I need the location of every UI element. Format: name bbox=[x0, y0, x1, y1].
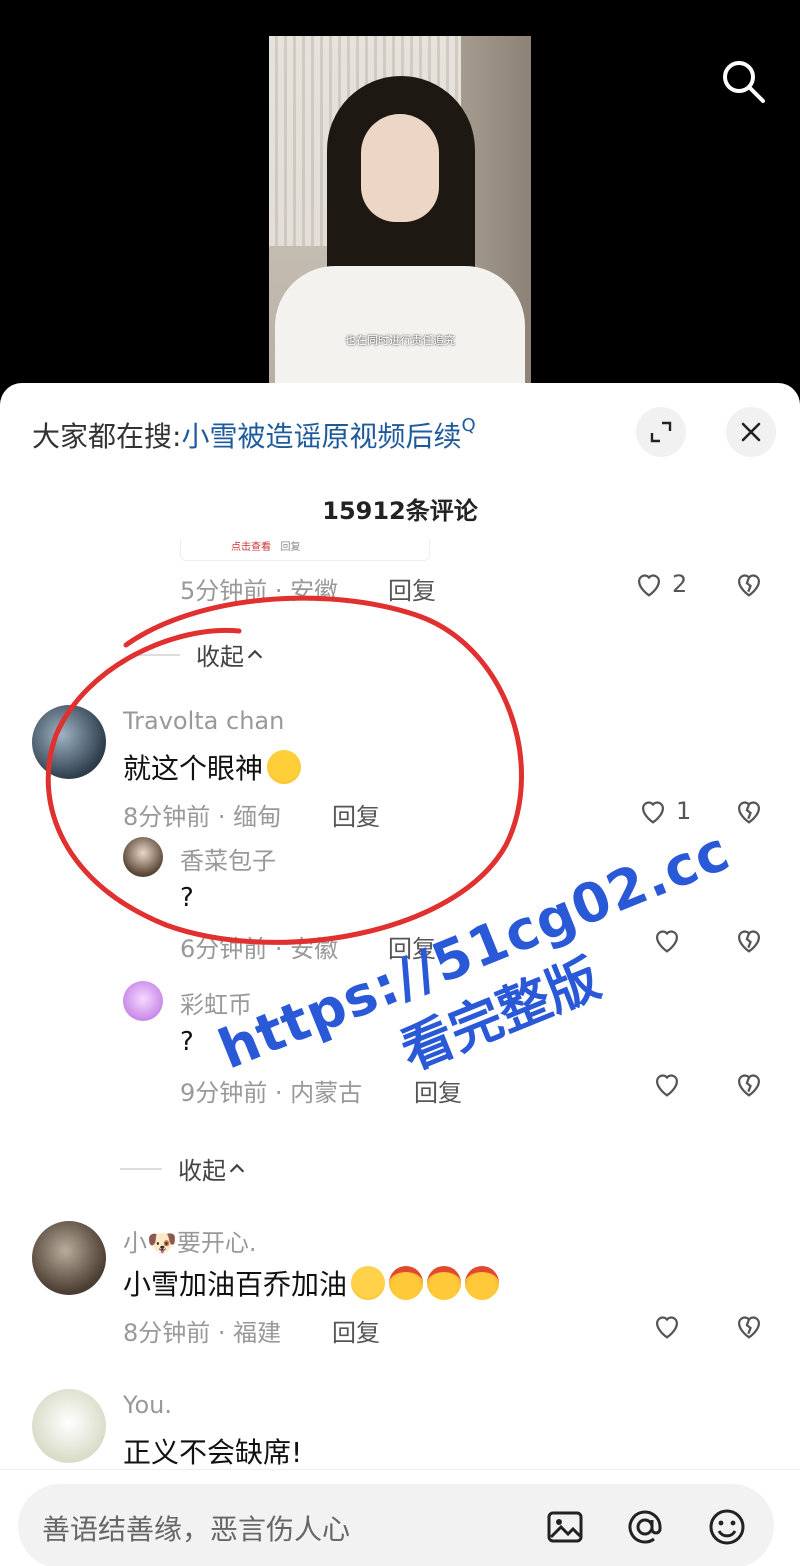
dislike-button[interactable] bbox=[732, 923, 766, 961]
video-player[interactable]: 也在同时进行责任追究 bbox=[0, 0, 800, 400]
reply-button[interactable]: 回复 bbox=[414, 1073, 462, 1108]
expand-button[interactable] bbox=[636, 407, 686, 457]
heart-icon bbox=[655, 1316, 679, 1339]
person-face bbox=[361, 114, 439, 222]
comment-input-placeholder: 善语结善缘，恶言伤人心 bbox=[42, 1513, 351, 1546]
close-button[interactable] bbox=[726, 407, 776, 457]
comment-text-content: 就这个眼神 bbox=[123, 752, 264, 785]
heart-icon bbox=[655, 1074, 679, 1097]
image-icon bbox=[547, 1511, 583, 1543]
dislike-button[interactable] bbox=[732, 1309, 766, 1347]
dislike-button[interactable] bbox=[732, 794, 766, 832]
video-subtitle: 也在同时进行责任追究 bbox=[345, 334, 455, 347]
chevron-up-icon bbox=[247, 649, 263, 659]
like-count: 2 bbox=[672, 570, 688, 598]
preview-card-reply: 回复 bbox=[280, 542, 301, 553]
comment-meta: 8分钟前 · 福建 bbox=[123, 1319, 282, 1347]
comment-count: 15912条评论 bbox=[322, 497, 478, 525]
collapse-replies-button[interactable]: 收起 bbox=[138, 637, 266, 672]
comment-meta: 8分钟前 · 缅甸 bbox=[123, 803, 282, 831]
preview-card[interactable]: 点击查看 回复 bbox=[180, 539, 430, 561]
image-button[interactable] bbox=[544, 1506, 586, 1548]
heart-broken-icon bbox=[737, 930, 761, 953]
comment-text: 正义不会缺席! bbox=[123, 1436, 303, 1469]
comment-text: ? bbox=[180, 1027, 194, 1057]
divider bbox=[138, 653, 180, 656]
comment-text: 小雪加油百乔加油 bbox=[123, 1263, 500, 1303]
search-button[interactable] bbox=[718, 56, 768, 106]
comment-username[interactable]: Travolta chan bbox=[123, 707, 284, 735]
avatar[interactable] bbox=[32, 1221, 106, 1295]
dislike-button[interactable] bbox=[732, 1067, 766, 1105]
like-button[interactable] bbox=[650, 923, 684, 957]
reply-button[interactable]: 回复 bbox=[332, 797, 380, 832]
comment-meta: 9分钟前 · 内蒙古 bbox=[180, 1079, 363, 1107]
crying-emoji-icon bbox=[351, 1266, 386, 1300]
like-count: 1 bbox=[676, 797, 692, 825]
comment-username[interactable]: 香菜包子 bbox=[180, 841, 276, 876]
comment-text-content: 小雪加油百乔加油 bbox=[123, 1268, 348, 1301]
expand-icon bbox=[650, 421, 672, 443]
chevron-up-icon bbox=[229, 1163, 245, 1173]
comment-input[interactable]: 善语结善缘，恶言伤人心 bbox=[18, 1484, 774, 1566]
comment-list[interactable]: 点击查看 回复 5分钟前 · 安徽 回复 2 收起 Travolta chan … bbox=[0, 539, 800, 1469]
mention-button[interactable] bbox=[624, 1506, 666, 1548]
heart-icon bbox=[637, 574, 661, 597]
like-button[interactable] bbox=[650, 1067, 684, 1101]
close-icon bbox=[741, 422, 761, 442]
avatar[interactable] bbox=[32, 705, 106, 779]
trending-prefix: 大家都在搜: bbox=[32, 420, 182, 453]
fighting-emoji-icon bbox=[465, 1266, 500, 1300]
comment-username[interactable]: You. bbox=[123, 1391, 172, 1419]
heart-broken-icon bbox=[737, 801, 761, 824]
preview-card-text: 点击查看 bbox=[231, 542, 271, 553]
collapse-replies-button[interactable]: 收起 bbox=[120, 1151, 248, 1186]
avatar[interactable] bbox=[32, 1389, 106, 1463]
collapse-label: 收起 bbox=[196, 643, 244, 671]
comment-username[interactable]: 彩虹币 bbox=[180, 985, 252, 1020]
comment-text: ? bbox=[180, 883, 194, 913]
at-icon bbox=[628, 1510, 662, 1544]
fighting-emoji-icon bbox=[427, 1266, 462, 1300]
comment-input-bar: 善语结善缘，恶言伤人心 bbox=[0, 1469, 800, 1566]
emoji-button[interactable] bbox=[706, 1506, 748, 1548]
trending-search[interactable]: 大家都在搜:小雪被造谣原视频后续Q bbox=[32, 415, 476, 455]
trending-search-mark: Q bbox=[461, 415, 476, 436]
comment-username[interactable]: 小🐶要开心. bbox=[123, 1223, 257, 1258]
comment-meta: 5分钟前 · 安徽 bbox=[180, 577, 339, 605]
heart-broken-icon bbox=[737, 1316, 761, 1339]
heart-broken-icon bbox=[737, 1074, 761, 1097]
divider bbox=[120, 1167, 162, 1170]
fighting-emoji-icon bbox=[389, 1266, 424, 1300]
search-icon bbox=[723, 61, 765, 103]
reply-button[interactable]: 回复 bbox=[388, 929, 436, 964]
avatar[interactable] bbox=[123, 981, 163, 1021]
heart-eyes-emoji-icon bbox=[267, 750, 302, 784]
like-button[interactable]: 1 bbox=[636, 794, 691, 828]
collapse-label: 收起 bbox=[178, 1157, 226, 1185]
comment-panel: 大家都在搜:小雪被造谣原视频后续Q 15912条评论 点击查看 回复 5分钟前 … bbox=[0, 383, 800, 1566]
reply-button[interactable]: 回复 bbox=[388, 571, 436, 606]
avatar[interactable] bbox=[123, 837, 163, 877]
heart-broken-icon bbox=[737, 574, 761, 597]
comment-text: 就这个眼神 bbox=[123, 747, 302, 787]
reply-button[interactable]: 回复 bbox=[332, 1313, 380, 1348]
heart-icon bbox=[655, 930, 679, 953]
emoji-icon bbox=[709, 1509, 745, 1545]
trending-query-link[interactable]: 小雪被造谣原视频后续 bbox=[181, 420, 461, 453]
like-button[interactable] bbox=[650, 1309, 684, 1343]
like-button[interactable]: 2 bbox=[632, 567, 687, 601]
comment-meta: 6分钟前 · 安徽 bbox=[180, 935, 339, 963]
dislike-button[interactable] bbox=[732, 567, 766, 605]
video-frame[interactable]: 也在同时进行责任追究 bbox=[269, 36, 531, 400]
heart-icon bbox=[641, 801, 665, 824]
